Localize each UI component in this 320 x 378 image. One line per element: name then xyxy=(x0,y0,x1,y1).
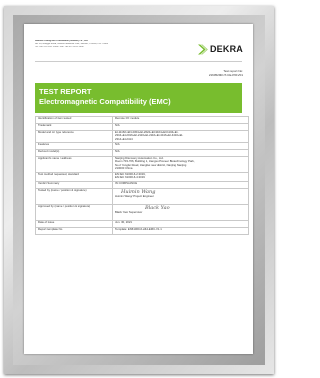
header-rule xyxy=(35,61,242,62)
row-value: N/A xyxy=(112,149,249,157)
table-row: Report template No Template: EN61000-6-2… xyxy=(35,227,249,235)
tested-by-value: Huimin Wang Huimin Wang/ Project Enginee… xyxy=(112,188,249,205)
table-row: Trademark N/A xyxy=(35,123,249,131)
date-of-issue-label: Date of issue xyxy=(35,220,113,228)
approved-by-name: Black Yao/ Supervisor xyxy=(115,210,143,214)
report-title-banner: TEST REPORT Electromagnetic Compatibilit… xyxy=(35,83,242,113)
table-row: Model and /or type reference EI-1116/1-E… xyxy=(35,130,249,143)
row-label: Features xyxy=(35,142,113,150)
row-label: Model and /or type reference xyxy=(35,130,113,143)
table-row: Derived model(s) N/A xyxy=(35,149,249,157)
dekra-logo: DEKRA xyxy=(197,43,243,55)
report-subtitle: Electromagnetic Compatibility (EMC) xyxy=(39,97,171,106)
row-value: N/A xyxy=(112,123,249,131)
logo-text: DEKRA xyxy=(209,44,243,54)
table-row: Applicant's name / address Nanjing Disco… xyxy=(35,156,249,173)
row-value: EI-1116/1-EN-2304+EI-2624+EC1104+EC1104+… xyxy=(112,130,249,143)
table-row: Identification of item tested Remote I/O… xyxy=(35,116,249,124)
row-label: Derived model(s) xyxy=(35,149,113,157)
row-value: N/A xyxy=(112,142,249,150)
company-header: DEKRA Testing and Certification (Suzhou)… xyxy=(35,40,155,50)
report-title: TEST REPORT xyxy=(39,87,92,96)
row-value: IN COMPLIANCE xyxy=(112,181,249,189)
dekra-arrow-icon xyxy=(197,44,208,54)
row-value: EN IEC 61000-6-2:2019, EN IEC 61000-6-4:… xyxy=(112,172,249,182)
table-row: Verdict Summary IN COMPLIANCE xyxy=(35,181,249,189)
table-row: Features N/A xyxy=(35,142,249,150)
row-value: Nanjing Discovery Automation Co., Ltd. R… xyxy=(112,156,249,173)
report-template-label: Report template No xyxy=(35,227,113,235)
table-row: Approved by (name / position & signature… xyxy=(35,204,249,221)
date-of-issue-value: Jun. 30, 2021 xyxy=(112,220,249,228)
table-row: Test method requested, standard EN IEC 6… xyxy=(35,172,249,182)
company-contact: Tel: +86 512 6251 5088 / Fax: +86 512 62… xyxy=(35,46,84,49)
row-label: Identification of item tested xyxy=(35,116,113,124)
table-row: Date of issue Jun. 30, 2021 xyxy=(35,220,249,228)
row-label: Trademark xyxy=(35,123,113,131)
row-label: Verdict Summary xyxy=(35,181,113,189)
row-label: Test method requested, standard xyxy=(35,172,113,182)
table-row: Tested by (name / position & signature) … xyxy=(35,188,249,205)
report-number: 2160529R-IT-CE-P01V01 xyxy=(208,73,243,77)
report-details-table: Identification of item tested Remote I/O… xyxy=(35,116,249,235)
approved-by-label: Approved by (name / position & signature… xyxy=(35,204,113,221)
row-label: Applicant's name / address xyxy=(35,156,113,173)
tested-by-label: Tested by (name / position & signature) xyxy=(35,188,113,205)
approved-by-value: Black Yao Black Yao/ Supervisor xyxy=(112,204,249,221)
tested-by-name: Huimin Wang/ Project Engineer xyxy=(115,194,154,198)
report-template-value: Template: EN61000-6-2&4-EMC-V1.1 xyxy=(112,227,249,235)
row-value: Remote I/O module xyxy=(112,116,249,124)
test-report-document: DEKRA Testing and Certification (Suzhou)… xyxy=(24,24,253,354)
